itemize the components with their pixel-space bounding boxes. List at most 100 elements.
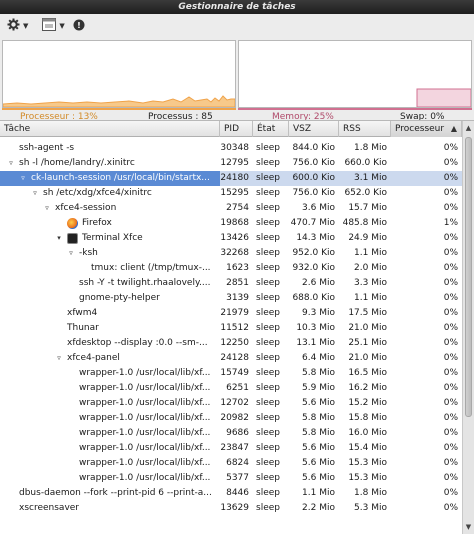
column-header-vsz[interactable]: VSZ (289, 121, 339, 137)
vsz-cell: 5.8 Mio (302, 413, 335, 423)
table-row[interactable]: ▿ xfce4-panel 24128 sleep 6.4 Mio 21.0 Mio 0% (0, 351, 462, 366)
vsz-cell: 688.0 Kio (292, 293, 335, 303)
table-row[interactable]: Firefox 19868 sleep 470.7 Mio 485.8 Mio 1% (0, 216, 462, 231)
cpu-cell: 0% (443, 368, 458, 378)
table-row[interactable]: xscreensaver 13629 sleep 2.2 Mio 5.3 Mio 0% (0, 501, 462, 516)
pid-cell: 24128 (220, 353, 249, 363)
column-header-state[interactable]: État (253, 121, 289, 137)
table-row[interactable]: wrapper-1.0 /usr/local/lib/xf... 20982 sle… (0, 411, 462, 426)
window-select-button[interactable]: ▼ (39, 16, 67, 36)
rss-cell: 21.0 Mio (348, 323, 387, 333)
expander-icon[interactable]: ▿ (55, 351, 63, 366)
state-cell: sleep (256, 443, 280, 453)
expander-icon[interactable]: ▿ (19, 171, 27, 186)
cpu-cell: 0% (443, 203, 458, 213)
table-row[interactable]: ▿ sh -l /home/landry/.xinitrc 12795 sleep 75… (0, 156, 462, 171)
table-row[interactable]: wrapper-1.0 /usr/local/lib/xf... 6251 slee… (0, 381, 462, 396)
table-row[interactable]: Thunar 11512 sleep 10.3 Mio 21.0 Mio 0% (0, 321, 462, 336)
table-row[interactable]: wrapper-1.0 /usr/local/lib/xf... 23847 sle… (0, 441, 462, 456)
table-row[interactable]: wrapper-1.0 /usr/local/lib/xf... 5377 slee… (0, 471, 462, 486)
column-header-cpu-label: Processeur (395, 124, 445, 134)
table-row[interactable]: dbus-daemon --fork --print-pid 6 --print… (0, 486, 462, 501)
vertical-scrollbar[interactable]: ▲ ▼ (462, 121, 474, 534)
table-row[interactable]: ▿ ck-launch-session /usr/local/bin/startx… (0, 171, 462, 186)
expander-icon[interactable]: ▿ (7, 156, 15, 171)
settings-button[interactable]: ▼ (4, 16, 31, 36)
table-row[interactable]: wrapper-1.0 /usr/local/lib/xf... 6824 slee… (0, 456, 462, 471)
vsz-cell: 932.0 Kio (292, 263, 335, 273)
table-row[interactable]: ssh -Y -t twilight.rhaalovely.... 2851 sle… (0, 276, 462, 291)
rss-cell: 5.3 Mio (354, 503, 387, 513)
state-cell: sleep (256, 398, 280, 408)
expander-icon[interactable]: ▾ (55, 231, 63, 246)
pid-cell: 19868 (220, 218, 249, 228)
vsz-cell: 3.6 Mio (302, 203, 335, 213)
task-cell: dbus-daemon --fork --print-pid 6 --print… (0, 486, 220, 501)
table-row[interactable]: ▿ -ksh 32268 sleep 952.0 Kio 1.1 Mio 0% (0, 246, 462, 261)
rss-cell: 1.1 Mio (354, 293, 387, 303)
table-row[interactable]: wrapper-1.0 /usr/local/lib/xf... 9686 slee… (0, 426, 462, 441)
task-name: Firefox (82, 218, 112, 228)
column-header-pid[interactable]: PID (220, 121, 253, 137)
task-cell: tmux: client (/tmp/tmux-... (0, 261, 220, 276)
task-name: wrapper-1.0 /usr/local/lib/xf... (79, 398, 211, 408)
cpu-graph (2, 40, 236, 108)
cpu-cell: 0% (443, 383, 458, 393)
task-cell: wrapper-1.0 /usr/local/lib/xf... (0, 366, 220, 381)
column-header-task[interactable]: Tâche (0, 121, 220, 137)
vsz-cell: 5.6 Mio (302, 458, 335, 468)
table-row[interactable]: ssh-agent -s 30348 sleep 844.0 Kio 1.8 Mio 0% (0, 141, 462, 156)
firefox-icon (67, 218, 78, 229)
vsz-cell: 5.6 Mio (302, 443, 335, 453)
task-name: dbus-daemon --fork --print-pid 6 --print… (19, 488, 212, 498)
scrollbar-thumb[interactable] (465, 137, 472, 417)
expander-icon[interactable]: ▿ (43, 201, 51, 216)
task-cell: ▿ xfce4-panel (0, 351, 220, 366)
task-name: wrapper-1.0 /usr/local/lib/xf... (79, 428, 211, 438)
pid-cell: 30348 (220, 143, 249, 153)
rss-cell: 15.2 Mio (348, 398, 387, 408)
svg-text:!: ! (77, 21, 81, 30)
table-row[interactable]: ▾ Terminal Xfce 13426 sleep 14.3 Mio 24.9 Mio… (0, 231, 462, 246)
task-cell: ▿ xfce4-session (0, 201, 220, 216)
table-row[interactable]: wrapper-1.0 /usr/local/lib/xf... 12702 sle… (0, 396, 462, 411)
column-header-rss[interactable]: RSS (339, 121, 391, 137)
table-row[interactable]: xfdesktop --display :0.0 --sm-... 12250 sl… (0, 336, 462, 351)
task-name: wrapper-1.0 /usr/local/lib/xf... (79, 383, 211, 393)
task-name: wrapper-1.0 /usr/local/lib/xf... (79, 368, 211, 378)
rss-cell: 16.2 Mio (348, 383, 387, 393)
vsz-cell: 5.8 Mio (302, 368, 335, 378)
state-cell: sleep (256, 353, 280, 363)
vsz-cell: 2.2 Mio (302, 503, 335, 513)
vsz-cell: 13.1 Mio (296, 338, 335, 348)
task-name: -ksh (79, 248, 98, 258)
window-titlebar: Gestionnaire de tâches (0, 0, 474, 14)
column-header-cpu[interactable]: Processeur ▲ (391, 121, 462, 137)
table-row[interactable]: ▿ sh /etc/xdg/xfce4/xinitrc 15295 sleep 756.… (0, 186, 462, 201)
task-name: sh /etc/xdg/xfce4/xinitrc (43, 188, 152, 198)
scroll-up-icon[interactable]: ▲ (463, 123, 474, 134)
window-title: Gestionnaire de tâches (178, 2, 296, 12)
expander-icon[interactable]: ▿ (67, 246, 75, 261)
task-name: wrapper-1.0 /usr/local/lib/xf... (79, 443, 211, 453)
task-cell: wrapper-1.0 /usr/local/lib/xf... (0, 396, 220, 411)
state-cell: sleep (256, 338, 280, 348)
table-row[interactable]: tmux: client (/tmp/tmux-... 1623 sleep 932.… (0, 261, 462, 276)
vsz-cell: 1.1 Mio (302, 488, 335, 498)
scroll-down-icon[interactable]: ▼ (463, 522, 474, 533)
table-row[interactable]: ▿ xfce4-session 2754 sleep 3.6 Mio 15.7 Mio 0% (0, 201, 462, 216)
terminal-icon (67, 233, 78, 244)
table-row[interactable]: xfwm4 21979 sleep 9.3 Mio 17.5 Mio 0% (0, 306, 462, 321)
info-button[interactable]: ! (70, 16, 88, 36)
task-name: wrapper-1.0 /usr/local/lib/xf... (79, 413, 211, 423)
vsz-cell: 844.0 Kio (292, 143, 335, 153)
table-body: ssh-agent -s 30348 sleep 844.0 Kio 1.8 Mio 0%… (0, 137, 462, 534)
task-cell: ▾ Terminal Xfce (0, 231, 220, 246)
vsz-cell: 6.4 Mio (302, 353, 335, 363)
table-row[interactable]: wrapper-1.0 /usr/local/lib/xf... 15749 sle… (0, 366, 462, 381)
cpu-cell: 0% (443, 443, 458, 453)
task-cell: gnome-pty-helper (0, 291, 220, 306)
task-name: ssh-agent -s (19, 143, 75, 153)
table-row[interactable]: gnome-pty-helper 3139 sleep 688.0 Kio 1.1 Mi… (0, 291, 462, 306)
expander-icon[interactable]: ▿ (31, 186, 39, 201)
